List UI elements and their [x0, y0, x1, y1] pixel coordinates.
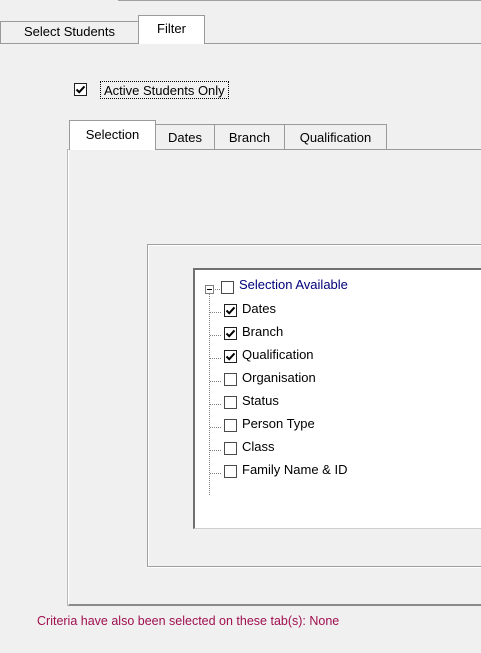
tab-select-students[interactable]: Select Students	[0, 21, 139, 43]
tree-item-status[interactable]: Status	[242, 389, 279, 412]
tree-root-label: Selection Available	[239, 277, 348, 292]
tree-connector	[210, 473, 221, 474]
tree-item-checkbox[interactable]	[224, 419, 237, 432]
checkmark-icon	[75, 85, 86, 94]
tree-item-person-type[interactable]: Person Type	[242, 412, 315, 435]
tab-label: Qualification	[299, 130, 372, 145]
tree-item-checkbox[interactable]	[224, 350, 237, 363]
tree-item-label: Qualification	[242, 347, 314, 362]
tree-connector	[215, 289, 220, 290]
tab-selection[interactable]: Selection	[69, 120, 156, 150]
tree-connector	[210, 450, 221, 451]
tree-connector	[210, 312, 221, 313]
tree-connector	[210, 404, 221, 405]
tab-label: Dates	[168, 130, 202, 145]
tree-connector	[210, 427, 221, 428]
tree-item-checkbox[interactable]	[224, 327, 237, 340]
tree-item-checkbox[interactable]	[224, 396, 237, 409]
tree-item-organisation[interactable]: Organisation	[242, 366, 316, 389]
collapse-icon[interactable]	[205, 285, 214, 294]
tree-item-branch[interactable]: Branch	[242, 320, 283, 343]
tab-label: Selection	[85, 127, 140, 142]
tab-label: Branch	[228, 130, 271, 145]
active-students-label[interactable]: Active Students Only	[100, 81, 229, 99]
tab-branch[interactable]: Branch	[214, 124, 285, 149]
tree-connector	[210, 335, 221, 336]
tree-connector	[210, 381, 221, 382]
tree-item-checkbox[interactable]	[224, 465, 237, 478]
selection-tree[interactable]: Selection Available Dates Branch Qualifi…	[193, 268, 481, 529]
group-frame-bottom-highlight	[147, 567, 481, 568]
tree-item-label: Class	[242, 439, 275, 454]
active-students-checkbox[interactable]	[74, 83, 87, 96]
tab-label: Select Students	[23, 24, 116, 39]
outer-tab-panel-border	[0, 43, 481, 44]
tree-item-checkbox[interactable]	[224, 373, 237, 386]
checkmark-icon	[225, 352, 236, 361]
root-checkbox[interactable]	[221, 281, 234, 294]
tab-label: Filter	[157, 21, 186, 36]
tree-item-label: Person Type	[242, 416, 315, 431]
group-frame-left-highlight	[148, 245, 149, 566]
tree-item-family-name-id[interactable]: Family Name & ID	[242, 458, 347, 481]
tab-filter[interactable]: Filter	[138, 15, 205, 44]
checkmark-icon	[225, 329, 236, 338]
toolbar-divider	[118, 0, 481, 1]
tree-item-label: Status	[242, 393, 279, 408]
tree-item-label: Branch	[242, 324, 284, 339]
tab-qualification[interactable]: Qualification	[284, 124, 387, 149]
tree-item-label: Family Name & ID	[242, 462, 348, 477]
tree-item-dates[interactable]: Dates	[242, 297, 276, 320]
tree-item-label: Organisation	[242, 370, 316, 385]
tree-item-checkbox[interactable]	[224, 304, 237, 317]
tree-connector	[210, 358, 221, 359]
tree-item-checkbox[interactable]	[224, 442, 237, 455]
tree-connector	[209, 294, 210, 495]
tab-dates[interactable]: Dates	[155, 124, 215, 149]
group-frame-highlight	[147, 245, 481, 246]
tree-item-qualification[interactable]: Qualification	[242, 343, 314, 366]
criteria-status-text: Criteria have also been selected on thes…	[37, 614, 340, 628]
tree-root-item[interactable]: Selection Available	[239, 273, 348, 296]
tree-item-class[interactable]: Class	[242, 435, 275, 458]
tree-item-label: Dates	[242, 301, 276, 316]
checkmark-icon	[225, 306, 236, 315]
